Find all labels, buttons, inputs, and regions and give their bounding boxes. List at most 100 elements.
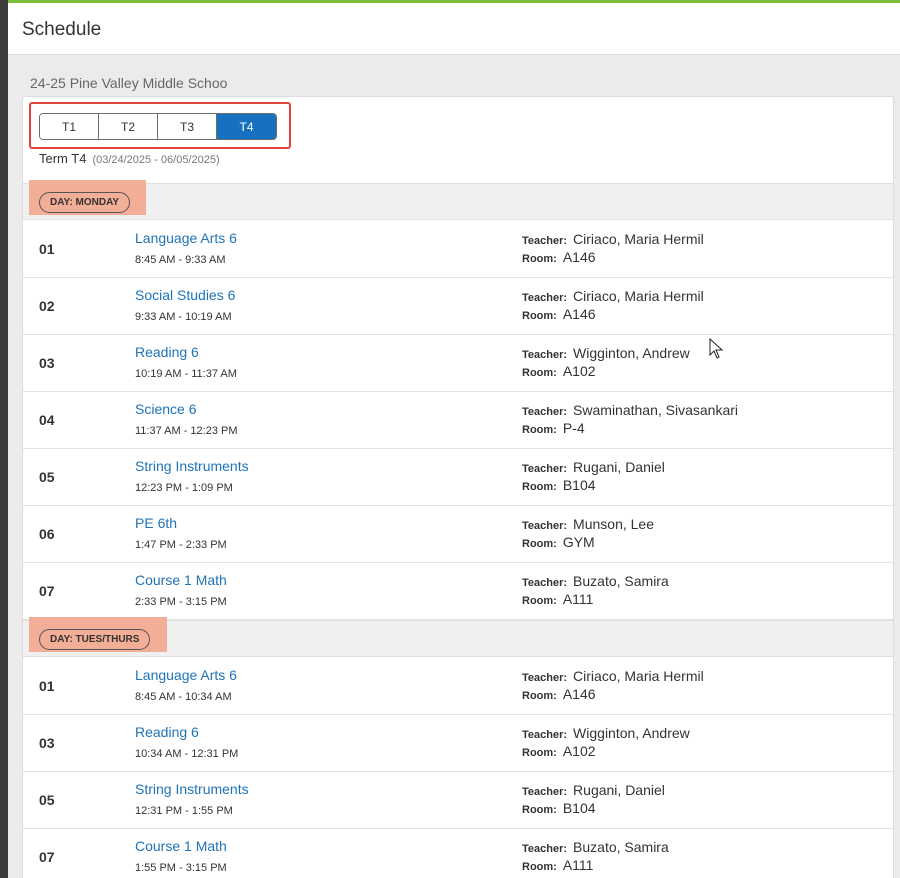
term-label: Term T4 (03/24/2025 - 06/05/2025) [39, 151, 220, 166]
period-row: 07 Course 1 Math 1:55 PM - 3:15 PM Teacher:… [23, 829, 893, 878]
course-link[interactable]: String Instruments [135, 458, 249, 474]
period-number: 03 [39, 735, 55, 751]
teacher-info: Teacher: Rugani, Daniel [522, 782, 665, 798]
teacher-name: Buzato, Samira [573, 839, 669, 855]
left-rail [0, 0, 8, 878]
room-info: Room: GYM [522, 534, 595, 550]
teacher-label: Teacher: [522, 520, 568, 532]
room-number: A111 [562, 857, 594, 873]
room-info: Room: B104 [522, 477, 596, 493]
teacher-label: Teacher: [522, 672, 568, 684]
room-number: A111 [562, 591, 594, 607]
course-link[interactable]: Language Arts 6 [135, 230, 237, 246]
tab-t1[interactable]: T1 [40, 114, 99, 139]
course-link[interactable]: Reading 6 [135, 724, 199, 740]
teacher-info: Teacher: Wigginton, Andrew [522, 345, 690, 361]
tab-t3[interactable]: T3 [158, 114, 217, 139]
teacher-label: Teacher: [522, 577, 568, 589]
teacher-info: Teacher: Rugani, Daniel [522, 459, 665, 475]
teacher-name: Buzato, Samira [573, 573, 669, 589]
period-number: 01 [39, 241, 55, 257]
room-number: A102 [562, 363, 596, 379]
course-link[interactable]: Language Arts 6 [135, 667, 237, 683]
period-number: 06 [39, 526, 55, 542]
teacher-name: Swaminathan, Sivasankari [573, 402, 739, 418]
period-number: 03 [39, 355, 55, 371]
teacher-name: Ciriaco, Maria Hermil [573, 231, 704, 247]
header-bar: Schedule [8, 3, 900, 55]
page-title: Schedule [22, 19, 102, 40]
teacher-info: Teacher: Ciriaco, Maria Hermil [522, 231, 704, 247]
period-number: 05 [39, 469, 55, 485]
course-time: 11:37 AM - 12:23 PM [135, 425, 238, 437]
room-number: A102 [562, 743, 596, 759]
teacher-label: Teacher: [522, 729, 568, 741]
room-label: Room: [522, 747, 557, 759]
room-label: Room: [522, 481, 557, 493]
period-row: 05 String Instruments 12:31 PM - 1:55 PM Te… [23, 772, 893, 829]
teacher-label: Teacher: [522, 292, 568, 304]
teacher-name: Ciriaco, Maria Hermil [573, 668, 704, 684]
teacher-name: Ciriaco, Maria Hermil [573, 288, 704, 304]
course-link[interactable]: Course 1 Math [135, 838, 227, 854]
tab-t2[interactable]: T2 [99, 114, 158, 139]
period-number: 07 [39, 849, 55, 865]
course-time: 10:19 AM - 11:37 AM [135, 368, 237, 380]
teacher-name: Wigginton, Andrew [573, 725, 690, 741]
course-link[interactable]: Science 6 [135, 401, 196, 417]
period-row: 01 Language Arts 6 8:45 AM - 9:33 AM Teache… [23, 221, 893, 278]
mouse-cursor-icon [709, 338, 724, 359]
room-number: A146 [562, 306, 596, 322]
teacher-info: Teacher: Wigginton, Andrew [522, 725, 690, 741]
room-label: Room: [522, 424, 557, 436]
room-number: P-4 [562, 420, 585, 436]
course-link[interactable]: PE 6th [135, 515, 177, 531]
room-number: GYM [562, 534, 595, 550]
term-name: Term T4 [39, 151, 87, 166]
teacher-name: Rugani, Daniel [573, 459, 665, 475]
teacher-info: Teacher: Buzato, Samira [522, 573, 669, 589]
room-info: Room: A146 [522, 686, 596, 702]
room-label: Room: [522, 861, 557, 873]
teacher-info: Teacher: Ciriaco, Maria Hermil [522, 288, 704, 304]
day-badge: DAY: TUES/THURS [39, 629, 151, 650]
period-row: 05 String Instruments 12:23 PM - 1:09 PM Te… [23, 449, 893, 506]
room-info: Room: A111 [522, 857, 593, 873]
teacher-label: Teacher: [522, 786, 568, 798]
tab-t4[interactable]: T4 [217, 114, 276, 139]
course-time: 9:33 AM - 10:19 AM [135, 311, 232, 323]
course-link[interactable]: Course 1 Math [135, 572, 227, 588]
room-info: Room: A102 [522, 743, 596, 759]
room-number: A146 [562, 249, 596, 265]
teacher-label: Teacher: [522, 843, 568, 855]
period-row: 04 Science 6 11:37 AM - 12:23 PM Teacher: Sw… [23, 392, 893, 449]
room-info: Room: B104 [522, 800, 596, 816]
teacher-info: Teacher: Buzato, Samira [522, 839, 669, 855]
course-time: 8:45 AM - 9:33 AM [135, 254, 226, 266]
period-number: 01 [39, 678, 55, 694]
room-label: Room: [522, 690, 557, 702]
room-label: Room: [522, 804, 557, 816]
teacher-info: Teacher: Ciriaco, Maria Hermil [522, 668, 704, 684]
course-link[interactable]: Reading 6 [135, 344, 199, 360]
period-number: 07 [39, 583, 55, 599]
course-link[interactable]: String Instruments [135, 781, 249, 797]
teacher-info: Teacher: Munson, Lee [522, 516, 654, 532]
teacher-name: Rugani, Daniel [573, 782, 665, 798]
teacher-label: Teacher: [522, 406, 568, 418]
teacher-label: Teacher: [522, 235, 568, 247]
teacher-name: Wigginton, Andrew [573, 345, 690, 361]
room-info: Room: P-4 [522, 420, 585, 436]
room-label: Room: [522, 367, 557, 379]
course-time: 12:23 PM - 1:09 PM [135, 482, 233, 494]
schedule-card: T1 T2 T3 T4 Term T4 (03/24/2025 - 06/05/2… [22, 96, 894, 878]
room-info: Room: A111 [522, 591, 593, 607]
course-link[interactable]: Social Studies 6 [135, 287, 235, 303]
day-header: DAY: MONDAY [23, 180, 893, 220]
period-row: 07 Course 1 Math 2:33 PM - 3:15 PM Teacher:… [23, 563, 893, 620]
course-time: 2:33 PM - 3:15 PM [135, 596, 227, 608]
room-number: A146 [562, 686, 596, 702]
course-time: 1:55 PM - 3:15 PM [135, 862, 227, 874]
period-number: 02 [39, 298, 55, 314]
course-time: 1:47 PM - 2:33 PM [135, 539, 227, 551]
